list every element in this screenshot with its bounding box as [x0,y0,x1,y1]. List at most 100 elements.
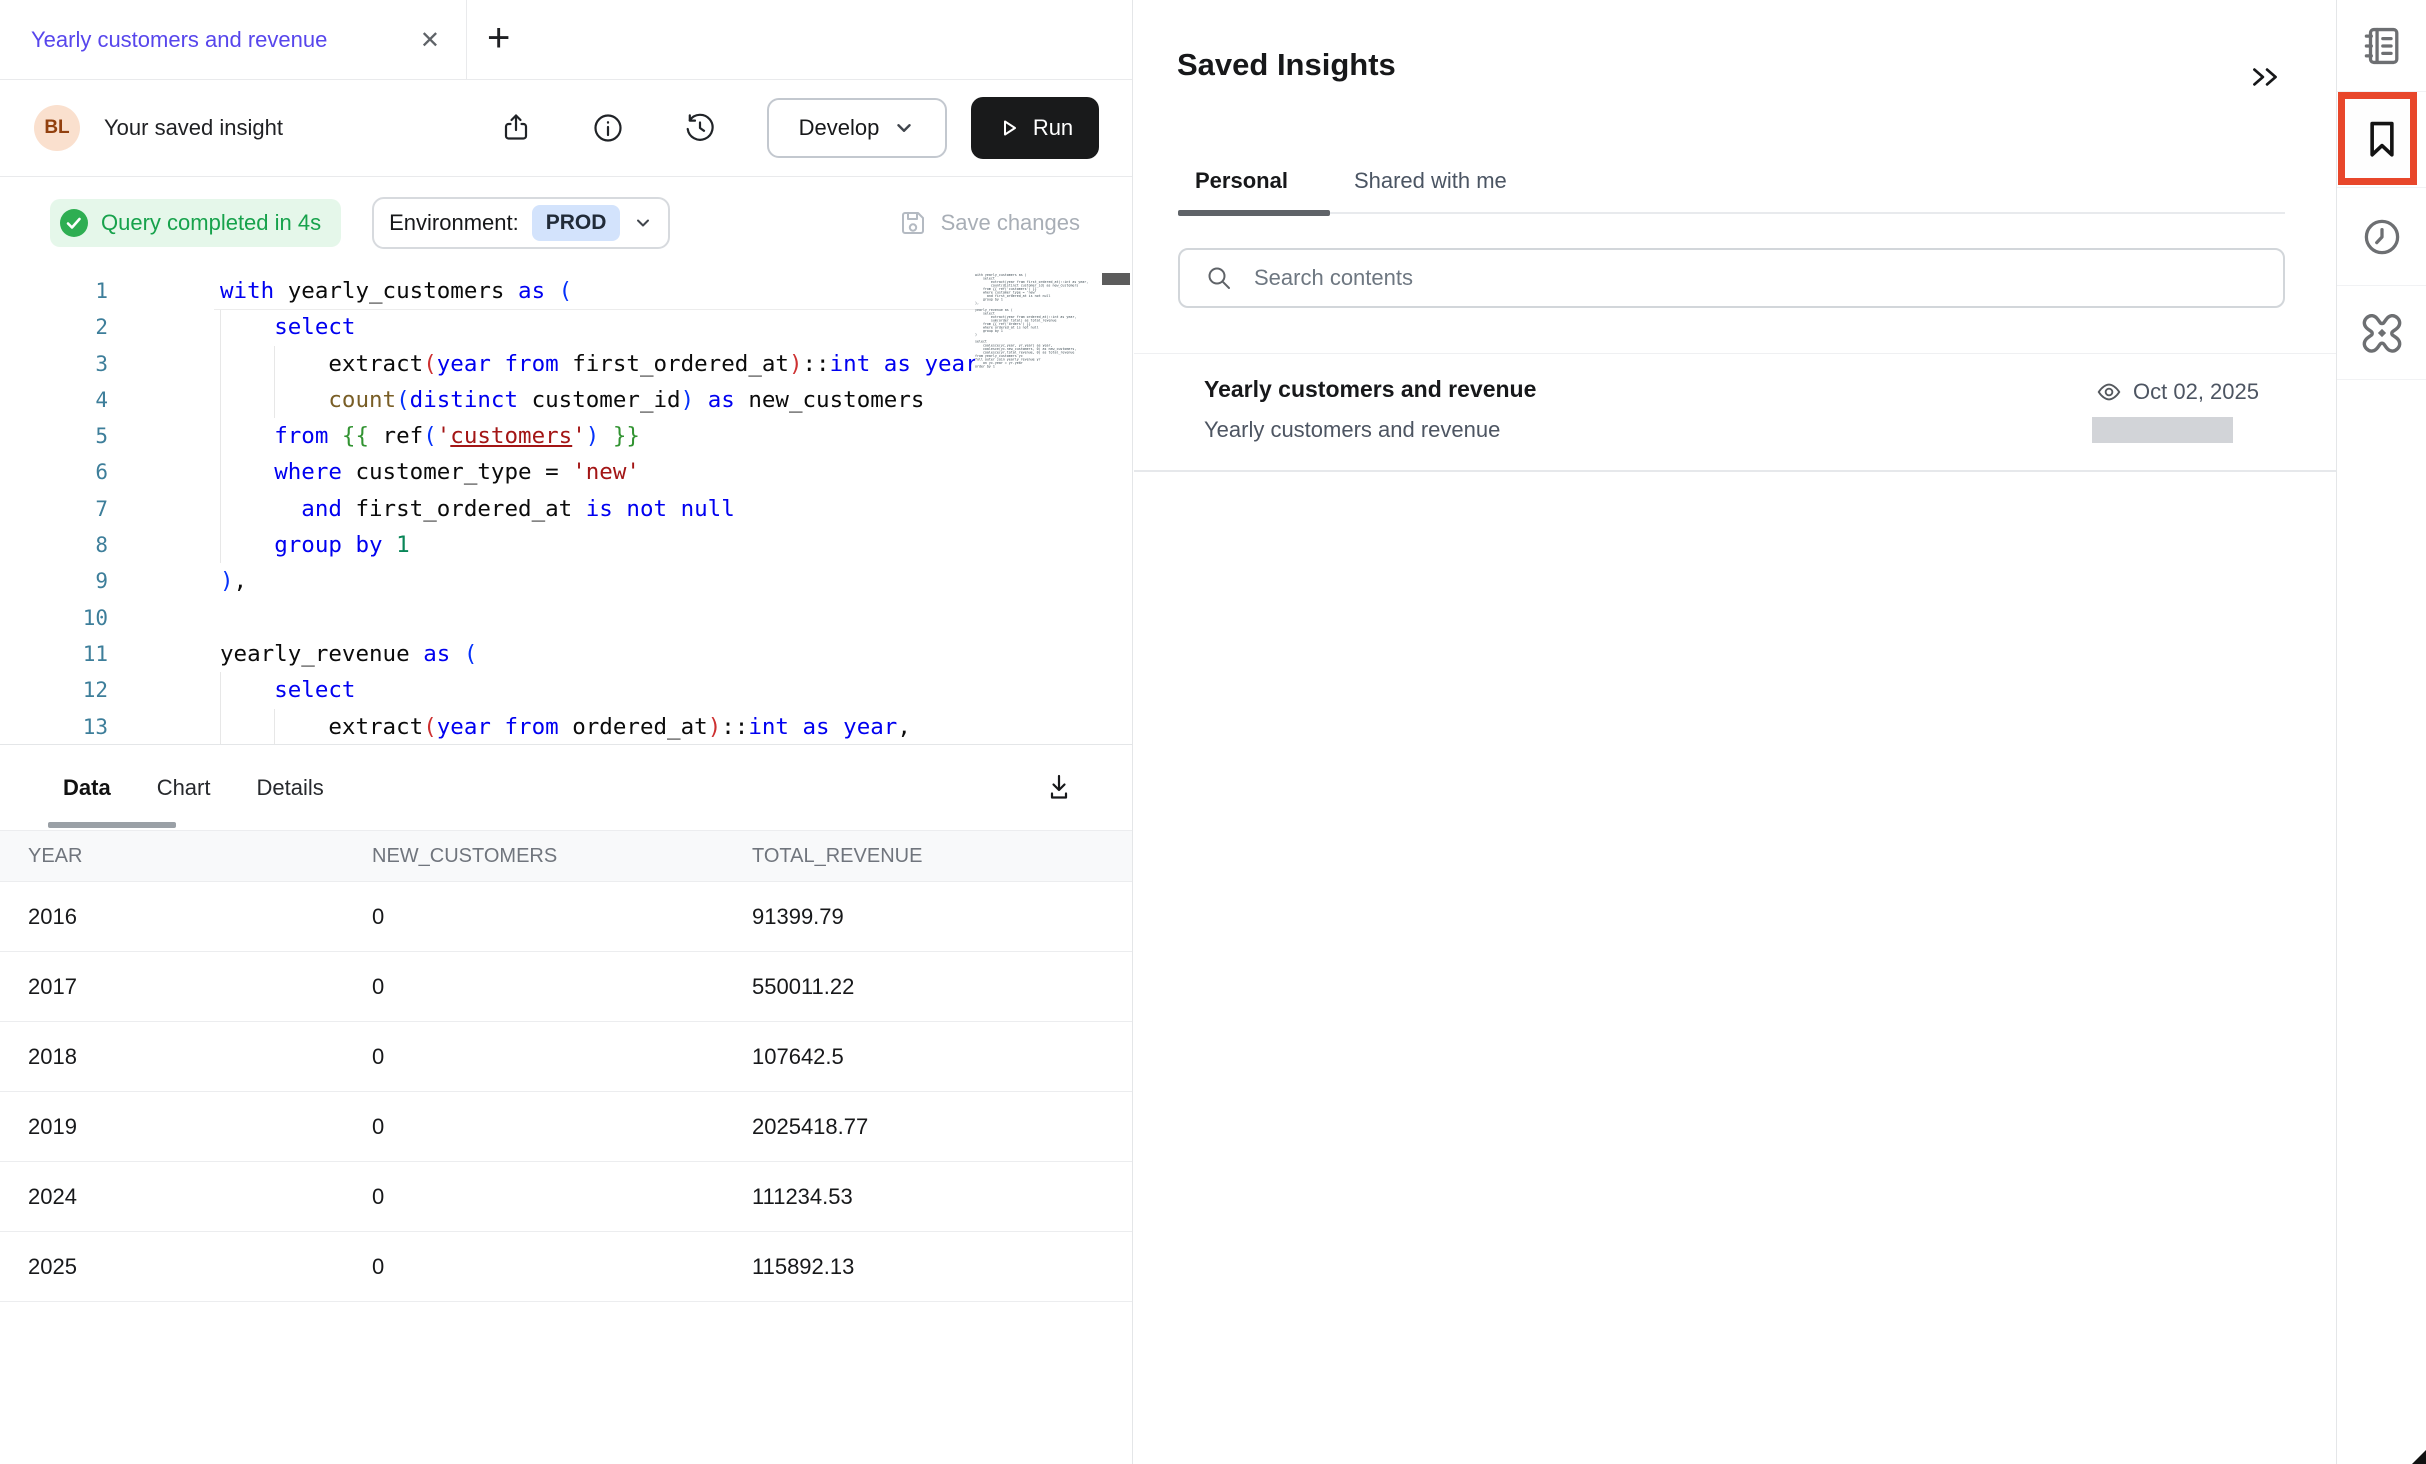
code-text: select [220,309,355,345]
panel-title: Saved Insights [1177,47,1396,83]
insight-meta: Oct 02, 2025 [2095,378,2259,406]
table-cell: 91399.79 [752,904,1132,930]
code-line[interactable]: 1with yearly_customers as ( [0,273,1132,309]
search-icon [1204,263,1234,293]
editor-scrollbar-thumb[interactable] [1102,273,1130,285]
code-line[interactable]: 8 group by 1 [0,527,1132,563]
code-text: where customer_type = 'new' [220,454,640,490]
develop-dropdown[interactable]: Develop [767,98,947,158]
line-number: 8 [0,527,108,563]
results-table: YEARNEW_CUSTOMERSTOTAL_REVENUE 201609139… [0,830,1132,1302]
insight-header-title: Your saved insight [104,115,283,141]
results-tabbar: Data Chart Details [0,745,1132,830]
table-row: 20180107642.5 [0,1022,1132,1092]
sidebar-item-history[interactable] [2337,188,2426,286]
code-line[interactable]: 13 extract(year from ordered_at)::int as… [0,709,1132,745]
active-tab-underline [1178,210,1330,216]
table-cell: 0 [372,974,752,1000]
table-cell: 2025 [0,1254,372,1280]
tab-yearly-customers-and-revenue[interactable]: Yearly customers and revenue ✕ [0,0,467,80]
table-row: 20240111234.53 [0,1162,1132,1232]
table-cell: 0 [372,1044,752,1070]
insight-title: Yearly customers and revenue [1204,376,1536,403]
table-cell: 2018 [0,1044,372,1070]
active-tab-underline [48,822,176,828]
line-number: 2 [0,309,108,345]
code-line[interactable]: 4 count(distinct customer_id) as new_cus… [0,382,1132,418]
table-cell: 2019 [0,1114,372,1140]
query-status-text: Query completed in 4s [101,210,321,236]
code-line[interactable]: 3 extract(year from first_ordered_at)::i… [0,346,1132,382]
sql-code-editor[interactable]: 1with yearly_customers as (2 select3 ext… [0,268,1132,745]
code-line[interactable]: 10 [0,600,1132,636]
code-line[interactable]: 12 select [0,672,1132,708]
table-cell: 107642.5 [752,1044,1132,1070]
column-header: TOTAL_REVENUE [752,845,1132,868]
new-tab-button[interactable]: + [487,16,510,60]
save-changes-label: Save changes [941,210,1080,236]
run-button[interactable]: Run [971,97,1099,159]
table-cell: 2016 [0,904,372,930]
insights-tab-shared-with-me[interactable]: Shared with me [1337,168,1524,194]
save-changes-button[interactable]: Save changes [898,208,1080,238]
line-number: 5 [0,418,108,454]
code-line[interactable]: 2 select [0,309,1132,345]
download-icon[interactable] [1041,769,1077,805]
tab-title: Yearly customers and revenue [31,27,327,53]
notebook-icon [2359,23,2405,69]
editor-minimap[interactable]: with yearly_customers as ( select extrac… [975,273,1099,703]
line-number: 13 [0,709,108,745]
table-cell: 115892.13 [752,1254,1132,1280]
code-text: extract(year from first_ordered_at)::int… [220,346,992,382]
insight-header: BL Your saved insight Develop Run [0,80,1132,177]
right-icon-sidebar [2336,0,2426,1464]
minimap-code: with yearly_customers as ( select extrac… [975,273,1098,368]
query-editor-panel: Yearly customers and revenue ✕ + BL Your… [0,0,1133,1464]
code-line[interactable]: 6 where customer_type = 'new' [0,454,1132,490]
check-circle-icon [59,208,89,238]
code-text: extract(year from ordered_at)::int as ye… [220,709,911,745]
avatar: BL [34,105,80,151]
search-input[interactable] [1254,265,2259,291]
environment-selector[interactable]: Environment: PROD [372,197,670,249]
code-text: from {{ ref('customers') }} [220,418,640,454]
line-number: 7 [0,491,108,527]
table-cell: 0 [372,1254,752,1280]
line-number: 11 [0,636,108,672]
share-icon[interactable] [499,111,533,145]
results-tab-chart[interactable]: Chart [142,775,226,801]
column-header: NEW_CUSTOMERS [372,845,752,868]
sidebar-item-explore[interactable] [2337,286,2426,380]
history-icon[interactable] [683,111,717,145]
code-text: count(distinct customer_id) as new_custo… [220,382,924,418]
sidebar-item-notebook[interactable] [2337,0,2426,92]
editor-tabbar: Yearly customers and revenue ✕ + [0,0,1132,80]
saved-insight-list-item[interactable]: Yearly customers and revenue Yearly cust… [1134,354,2336,470]
code-text: ), [220,563,247,599]
results-tab-details[interactable]: Details [241,775,338,801]
table-cell: 0 [372,1184,752,1210]
info-icon[interactable] [591,111,625,145]
search-box[interactable] [1178,248,2285,308]
line-number: 10 [0,600,108,636]
query-statusbar: Query completed in 4s Environment: PROD … [0,177,1132,268]
close-tab-icon[interactable]: ✕ [420,26,440,55]
insights-tab-personal[interactable]: Personal [1178,168,1305,194]
sidebar-item-saved-insights[interactable] [2337,92,2426,188]
play-icon [997,116,1021,140]
environment-label: Environment: [389,210,519,236]
saved-insights-panel: Saved Insights Personal Shared with me Ye… [1134,0,2336,1464]
line-number: 1 [0,273,108,309]
table-cell: 0 [372,904,752,930]
resize-corner [2412,1450,2426,1464]
code-text: select [220,672,355,708]
list-divider [1134,470,2336,472]
results-tab-data[interactable]: Data [48,775,126,801]
collapse-panel-icon[interactable] [2246,58,2284,96]
code-line[interactable]: 7 and first_ordered_at is not null [0,491,1132,527]
code-line[interactable]: 11yearly_revenue as ( [0,636,1132,672]
line-number: 3 [0,346,108,382]
code-line[interactable]: 9), [0,563,1132,599]
run-label: Run [1033,115,1073,141]
code-line[interactable]: 5 from {{ ref('customers') }} [0,418,1132,454]
